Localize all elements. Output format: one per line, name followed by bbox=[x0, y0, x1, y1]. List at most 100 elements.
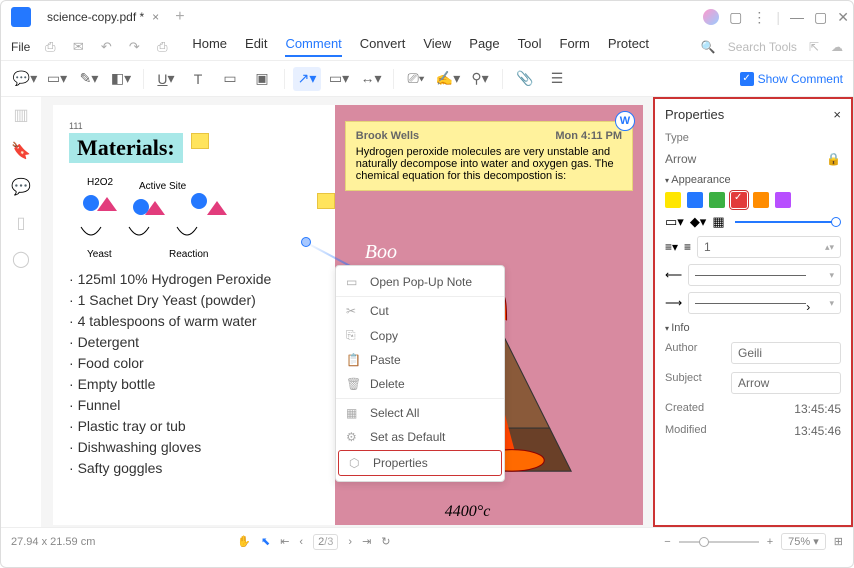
end-cap-icon[interactable]: ⟶ bbox=[665, 296, 682, 310]
menu-set-default[interactable]: ⚙Set as Default bbox=[336, 425, 504, 449]
share-icon[interactable]: ⇱ bbox=[809, 40, 819, 54]
note-tool[interactable]: 💬▾ bbox=[11, 67, 39, 91]
tab-page[interactable]: Page bbox=[469, 36, 499, 57]
select-tool-icon[interactable]: ⬉ bbox=[261, 535, 270, 548]
shape-tool[interactable]: ▭▾ bbox=[325, 67, 353, 91]
author-input[interactable]: Geili bbox=[731, 342, 841, 364]
redo-icon[interactable]: ↷ bbox=[126, 39, 142, 55]
attach-tool[interactable]: ⚲▾ bbox=[466, 67, 494, 91]
color-green[interactable] bbox=[709, 192, 725, 208]
text-tool[interactable]: T bbox=[184, 67, 212, 91]
sticky-note-icon[interactable] bbox=[191, 133, 209, 149]
context-menu: ▭Open Pop-Up Note ✂Cut ⎘Copy 📋Paste 🗑Del… bbox=[335, 265, 505, 482]
prev-page-icon[interactable]: ‹ bbox=[299, 536, 303, 548]
menu-select-all[interactable]: ▦Select All bbox=[336, 401, 504, 425]
line-style-icon[interactable]: ≡▾ bbox=[665, 240, 678, 254]
start-style-select[interactable]: ▾ bbox=[688, 264, 841, 286]
zoom-in-icon[interactable]: + bbox=[767, 536, 773, 548]
more-icon[interactable]: ⋮ bbox=[752, 9, 766, 26]
end-style-select[interactable]: ›▾ bbox=[688, 292, 841, 314]
tab-tool[interactable]: Tool bbox=[518, 36, 542, 57]
word-export-icon[interactable]: W bbox=[615, 111, 635, 131]
upgrade-icon[interactable] bbox=[703, 9, 719, 25]
pencil-tool[interactable]: ✎▾ bbox=[75, 67, 103, 91]
distance-tool[interactable]: ↔▾ bbox=[357, 67, 385, 91]
list-icon[interactable]: ☰ bbox=[543, 67, 571, 91]
opacity-slider[interactable] bbox=[735, 221, 837, 223]
search-panel-icon[interactable]: ◯ bbox=[11, 249, 31, 269]
tab-form[interactable]: Form bbox=[560, 36, 590, 57]
eraser-tool[interactable]: ◧▾ bbox=[107, 67, 135, 91]
color-blue[interactable] bbox=[687, 192, 703, 208]
page-number-input[interactable]: 2/3 bbox=[313, 534, 338, 550]
bookmarks-icon[interactable]: 🔖 bbox=[11, 141, 31, 161]
close-properties-icon[interactable]: × bbox=[833, 107, 841, 122]
menu-delete[interactable]: 🗑Delete bbox=[336, 372, 504, 396]
last-page-icon[interactable]: ⇥ bbox=[362, 535, 371, 548]
hand-tool-icon[interactable]: ✋ bbox=[237, 535, 251, 548]
next-page-icon[interactable]: › bbox=[348, 536, 352, 548]
sticky-note[interactable]: Brook Wells Mon 4:11 PM Hydrogen peroxid… bbox=[345, 121, 633, 191]
comments-panel-icon[interactable]: 💬 bbox=[11, 177, 31, 197]
start-cap-icon[interactable]: ⟵ bbox=[665, 268, 682, 282]
document-tab[interactable]: science-copy.pdf * × bbox=[37, 6, 169, 28]
opacity-icon[interactable]: ▦ bbox=[712, 214, 724, 230]
color-orange[interactable] bbox=[753, 192, 769, 208]
menu-open-popup[interactable]: ▭Open Pop-Up Note bbox=[336, 270, 504, 294]
lock-icon[interactable]: 🔒 bbox=[826, 152, 841, 166]
textbox-tool[interactable]: ▭ bbox=[216, 67, 244, 91]
color-yellow[interactable] bbox=[665, 192, 681, 208]
underline-tool[interactable]: U▾ bbox=[152, 67, 180, 91]
tab-home[interactable]: Home bbox=[192, 36, 227, 57]
tab-protect[interactable]: Protect bbox=[608, 36, 649, 57]
zoom-slider[interactable] bbox=[679, 541, 759, 543]
menu-paste[interactable]: 📋Paste bbox=[336, 348, 504, 372]
stroke-color-icon[interactable]: ▭▾ bbox=[665, 214, 684, 230]
new-tab-button[interactable]: + bbox=[175, 8, 184, 26]
arrow-tool[interactable]: ↗▾ bbox=[293, 67, 321, 91]
menu-copy[interactable]: ⎘Copy bbox=[336, 323, 504, 348]
svg-text:Reaction: Reaction bbox=[169, 249, 208, 260]
maximize-icon[interactable]: ▢ bbox=[814, 9, 827, 26]
stamp-tool[interactable]: ⎚▾ bbox=[402, 67, 430, 91]
close-window-icon[interactable]: ✕ bbox=[837, 9, 849, 26]
undo-icon[interactable]: ↶ bbox=[98, 39, 114, 55]
show-comment-toggle[interactable]: ✓ Show Comment bbox=[740, 72, 843, 86]
search-icon[interactable]: 🔍 bbox=[701, 40, 716, 54]
save-icon[interactable]: ⎙ bbox=[42, 39, 58, 55]
first-page-icon[interactable]: ⇤ bbox=[280, 535, 289, 548]
tab-view[interactable]: View bbox=[423, 36, 451, 57]
callout-tool[interactable]: ▣ bbox=[248, 67, 276, 91]
fit-page-icon[interactable]: ⊞ bbox=[834, 535, 843, 548]
minimize-icon[interactable]: — bbox=[790, 9, 804, 25]
arrow-handle[interactable] bbox=[301, 237, 311, 247]
file-menu[interactable]: File bbox=[11, 40, 30, 54]
fill-color-icon[interactable]: ◆▾ bbox=[690, 214, 707, 230]
search-placeholder[interactable]: Search Tools bbox=[728, 40, 797, 54]
tab-comment[interactable]: Comment bbox=[285, 36, 341, 57]
thickness-input[interactable]: 1▴▾ bbox=[697, 236, 841, 258]
highlight-tool[interactable]: ▭▾ bbox=[43, 67, 71, 91]
color-red[interactable] bbox=[731, 192, 747, 208]
tab-convert[interactable]: Convert bbox=[360, 36, 406, 57]
print-icon[interactable]: ⎙ bbox=[154, 39, 170, 55]
cloud-icon[interactable]: ☁ bbox=[831, 40, 843, 54]
subject-input[interactable]: Arrow bbox=[731, 372, 841, 394]
menu-properties[interactable]: ⬡Properties bbox=[338, 450, 502, 476]
menu-cut[interactable]: ✂Cut bbox=[336, 299, 504, 323]
color-purple[interactable] bbox=[775, 192, 791, 208]
close-tab-icon[interactable]: × bbox=[152, 10, 159, 24]
thickness-icon[interactable]: ≡ bbox=[684, 240, 691, 254]
attachments-icon[interactable]: ▯ bbox=[11, 213, 31, 233]
mail-icon[interactable]: ✉ bbox=[70, 39, 86, 55]
tab-edit[interactable]: Edit bbox=[245, 36, 267, 57]
rotate-icon[interactable]: ↻ bbox=[381, 535, 390, 548]
notification-icon[interactable]: ▢ bbox=[729, 9, 742, 26]
zoom-out-icon[interactable]: − bbox=[664, 536, 670, 548]
zoom-select[interactable]: 75% ▾ bbox=[781, 533, 826, 550]
clip-icon[interactable]: 📎 bbox=[511, 67, 539, 91]
signature-tool[interactable]: ✍▾ bbox=[434, 67, 462, 91]
sticky-note-icon-2[interactable] bbox=[317, 193, 335, 209]
properties-title: Properties bbox=[665, 107, 724, 122]
thumbnails-icon[interactable]: ▥ bbox=[11, 105, 31, 125]
